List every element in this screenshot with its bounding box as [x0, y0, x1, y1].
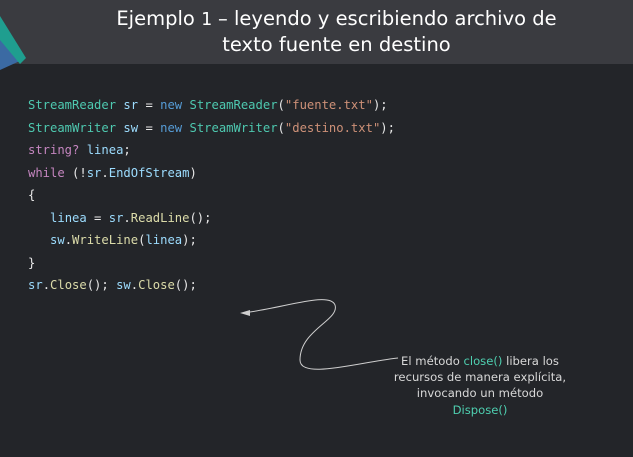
method-annotation: El método close() libera los recursos de…	[380, 353, 580, 418]
annotation-method-close: close()	[463, 354, 503, 368]
annotation-prefix: El método	[401, 354, 464, 368]
arrow-head-icon	[240, 310, 250, 316]
annotation-method-dispose: Dispose()	[452, 402, 508, 417]
